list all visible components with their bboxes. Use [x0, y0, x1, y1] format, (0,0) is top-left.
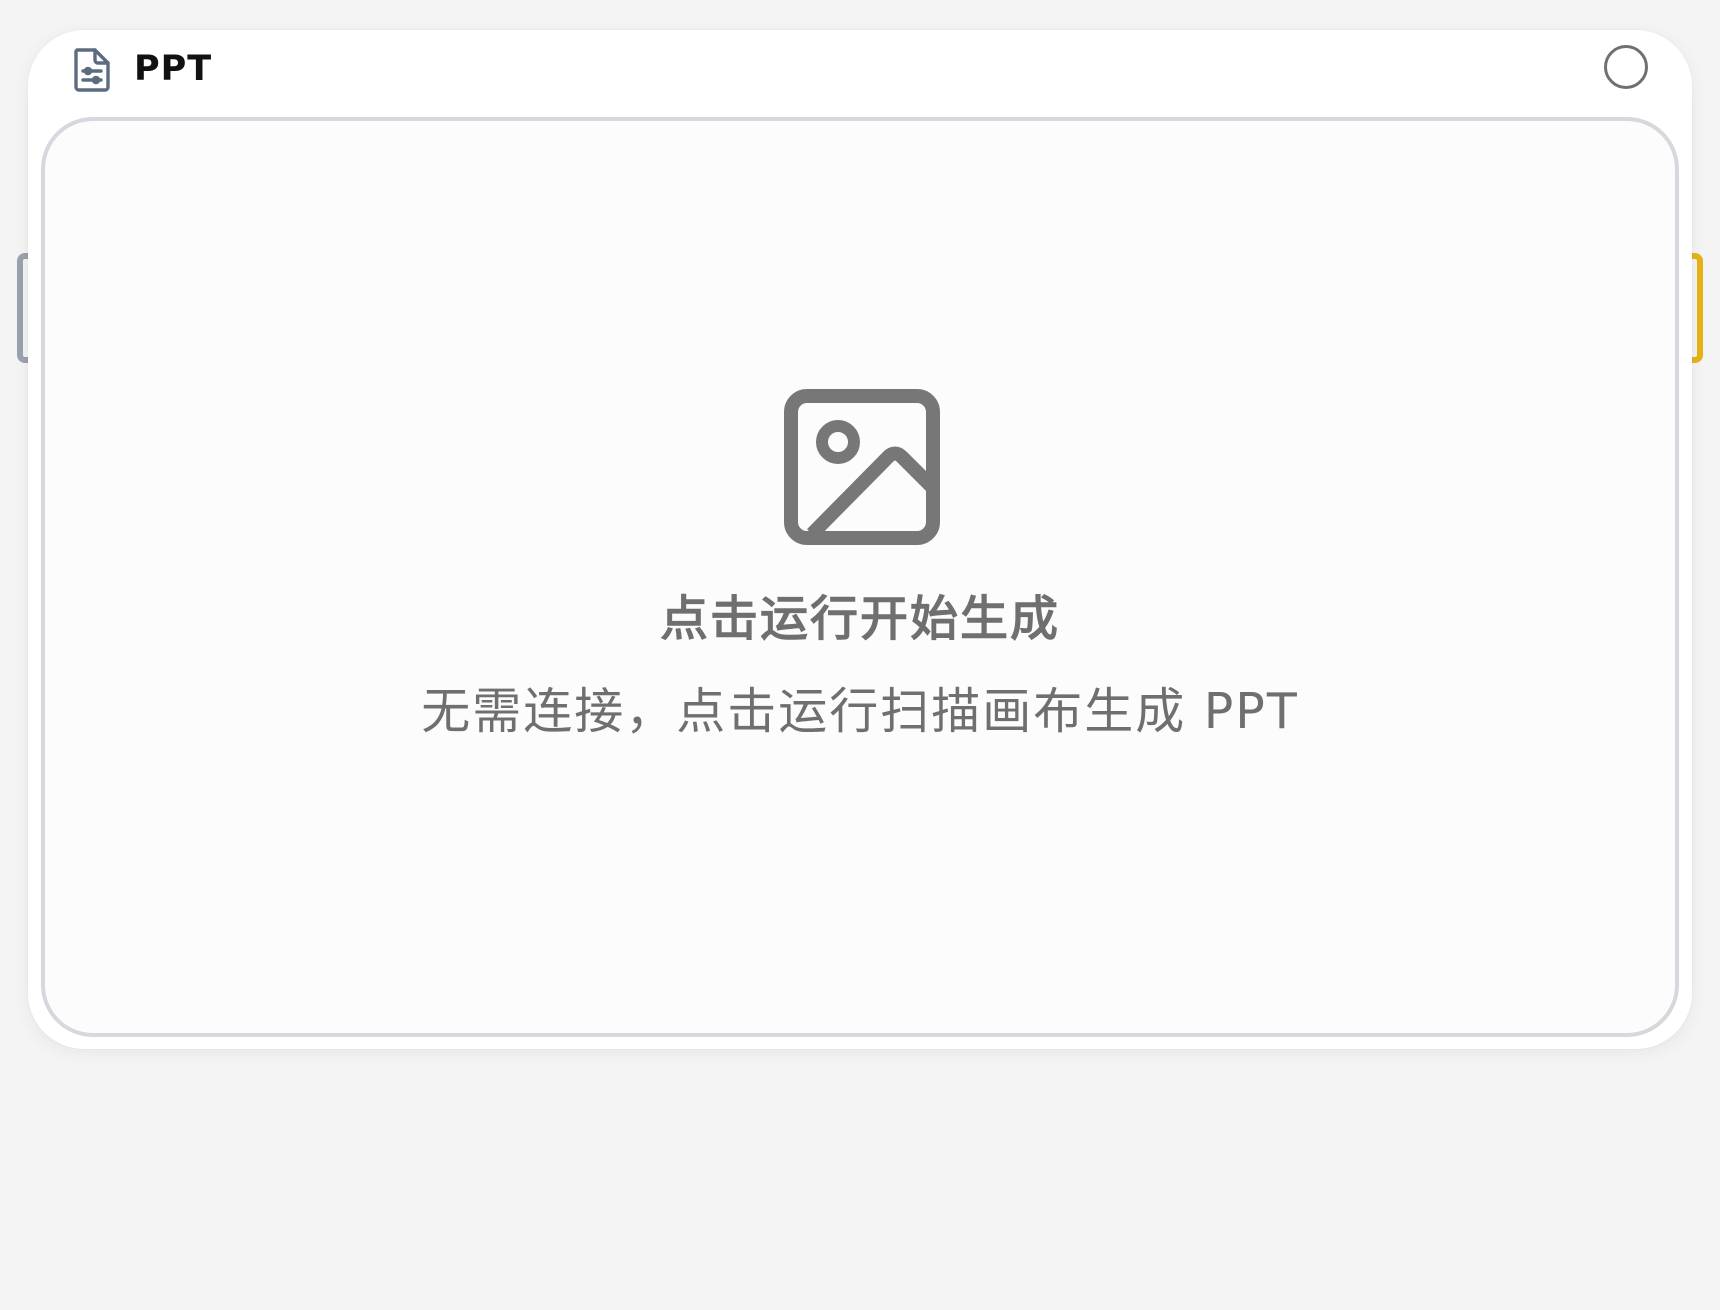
document-settings-icon: [72, 47, 112, 93]
preview-area: 点击运行开始生成 无需连接，点击运行扫描画布生成 PPT: [41, 117, 1679, 1037]
empty-state: 点击运行开始生成 无需连接，点击运行扫描画布生成 PPT: [45, 121, 1675, 1033]
node-header: PPT: [28, 30, 1692, 116]
node-title: PPT: [134, 49, 213, 89]
status-circle-icon[interactable]: [1604, 45, 1648, 89]
run-hint-title: 点击运行开始生成: [659, 591, 1060, 647]
run-hint-description: 无需连接，点击运行扫描画布生成 PPT: [421, 683, 1299, 740]
image-icon: [784, 389, 940, 545]
ppt-node-card[interactable]: PPT 点击运行开始生成 无需连接，点击运行扫描画布生成 PPT: [28, 30, 1692, 1049]
